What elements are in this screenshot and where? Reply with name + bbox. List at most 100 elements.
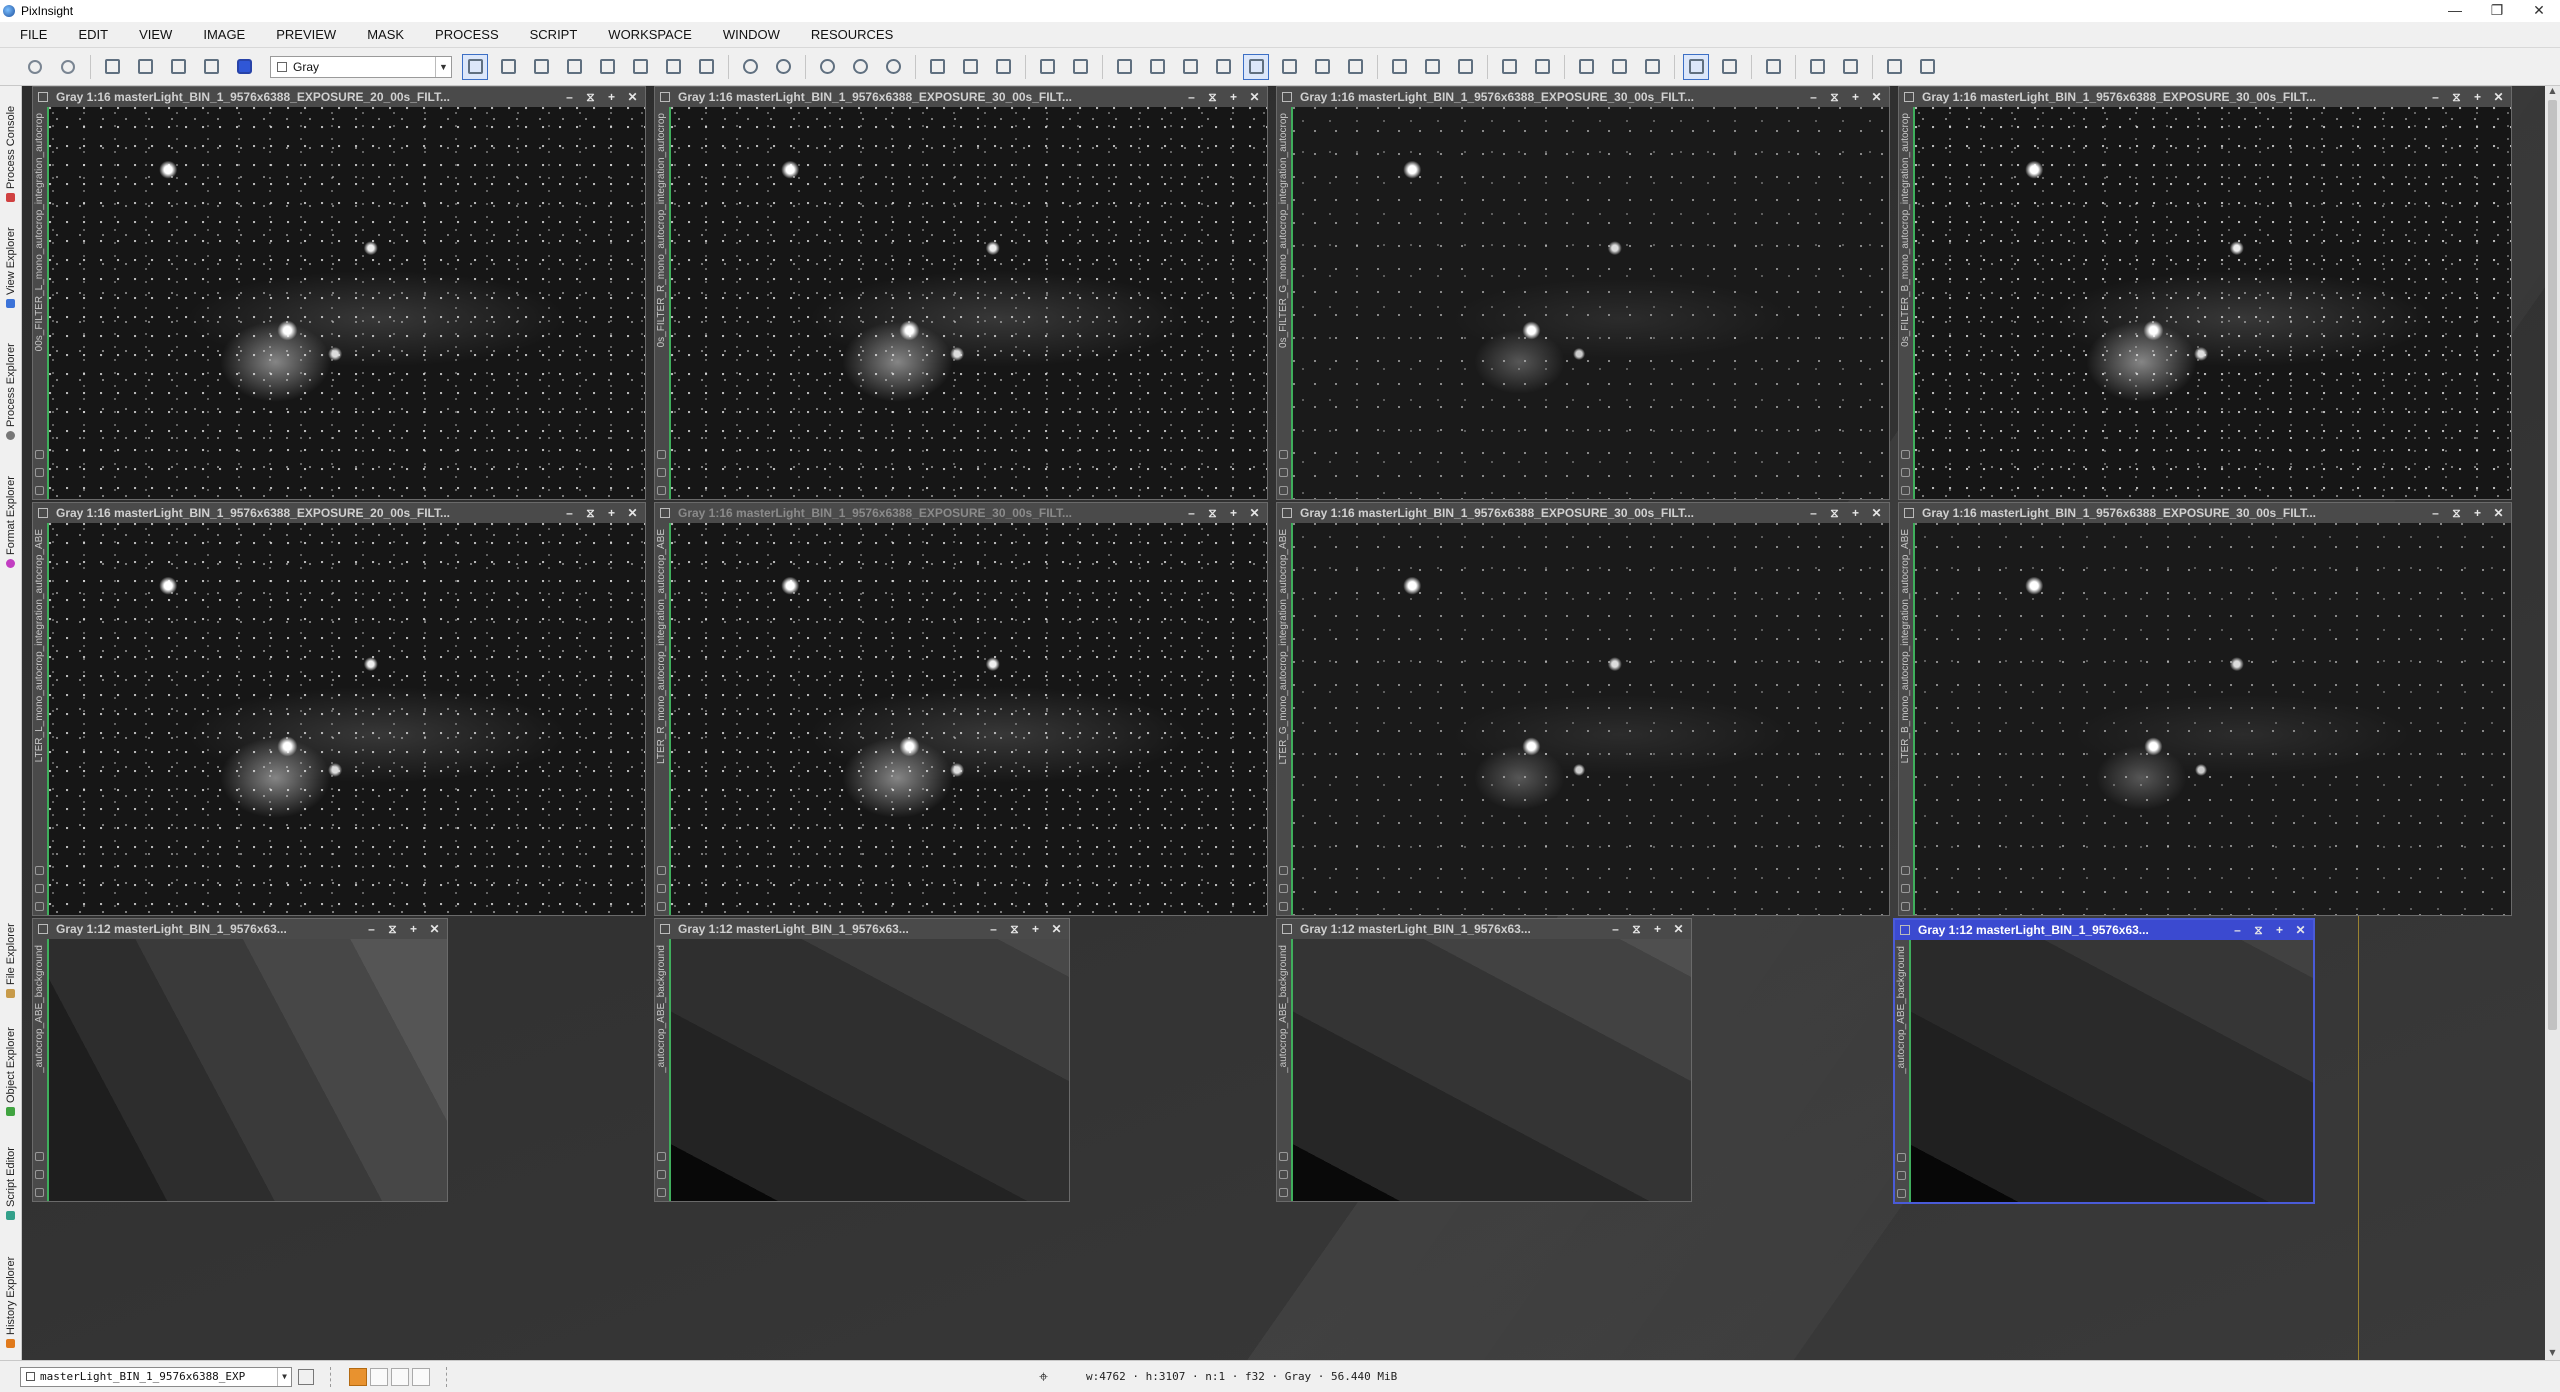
image-window[interactable]: Gray 1:12 masterLight_BIN_1_9576x63... –…	[1276, 918, 1692, 1202]
image-window[interactable]: Gray 1:16 masterLight_BIN_1_9576x6388_EX…	[32, 86, 646, 500]
menu-resources[interactable]: RESOURCES	[811, 27, 893, 42]
maximize-icon[interactable]: +	[1845, 506, 1866, 521]
minimize-icon[interactable]: –	[2227, 923, 2248, 938]
menu-script[interactable]: SCRIPT	[530, 27, 578, 42]
tab-icon[interactable]	[1279, 902, 1288, 911]
side-tab-history-explorer[interactable]: History Explorer	[3, 1230, 19, 1348]
swatch-icon[interactable]	[412, 1367, 430, 1386]
maximize-icon[interactable]: +	[601, 506, 622, 521]
image-window[interactable]: Gray 1:16 masterLight_BIN_1_9576x6388_EX…	[654, 86, 1268, 500]
tab-icon[interactable]	[657, 1152, 666, 1161]
shade-icon[interactable]: ⧖	[1824, 506, 1845, 521]
close-icon[interactable]: ✕	[424, 922, 445, 937]
image-window-titlebar[interactable]: Gray 1:16 masterLight_BIN_1_9576x6388_EX…	[655, 503, 1267, 523]
tab-icon[interactable]	[35, 1152, 44, 1161]
tab-icon[interactable]	[1279, 1188, 1288, 1197]
image-window[interactable]: Gray 1:16 masterLight_BIN_1_9576x6388_EX…	[1898, 502, 2512, 916]
menu-workspace[interactable]: WORKSPACE	[608, 27, 692, 42]
close-button[interactable]: ✕	[2518, 0, 2560, 22]
side-tab-process-explorer[interactable]: Process Explorer	[3, 318, 19, 440]
fit-window-icon[interactable]	[957, 54, 983, 80]
mask-enable-icon[interactable]	[1452, 54, 1478, 80]
image-canvas[interactable]	[49, 107, 645, 499]
shade-icon[interactable]: ⧖	[382, 922, 403, 937]
screen-red-icon[interactable]	[1804, 54, 1830, 80]
process-icon[interactable]	[231, 54, 257, 80]
image-canvas[interactable]	[49, 939, 447, 1201]
image-window-titlebar[interactable]: Gray 1:16 masterLight_BIN_1_9576x6388_EX…	[1899, 503, 2511, 523]
display-channel-icon[interactable]	[1716, 54, 1742, 80]
image-window-titlebar[interactable]: Gray 1:16 masterLight_BIN_1_9576x6388_EX…	[33, 503, 645, 523]
pan-mode-icon[interactable]	[528, 54, 554, 80]
view-checkbox[interactable]	[26, 1372, 35, 1381]
shade-icon[interactable]: ⧖	[1202, 506, 1223, 521]
tab-icon[interactable]	[1901, 486, 1910, 495]
image-window-titlebar[interactable]: Gray 1:12 masterLight_BIN_1_9576x63... –…	[33, 919, 447, 939]
image-window-titlebar[interactable]: Gray 1:16 masterLight_BIN_1_9576x6388_EX…	[655, 87, 1267, 107]
zoom-mode-icon[interactable]	[495, 54, 521, 80]
screen-icon[interactable]	[1760, 54, 1786, 80]
color-space-select[interactable]: Gray ▼	[270, 55, 452, 78]
tab-icon[interactable]	[35, 468, 44, 477]
page-icon[interactable]	[627, 54, 653, 80]
minimize-icon[interactable]: –	[2425, 90, 2446, 105]
image-window-titlebar[interactable]: Gray 1:12 masterLight_BIN_1_9576x63... –…	[1895, 920, 2313, 940]
tab-icon[interactable]	[1897, 1189, 1906, 1198]
fit-view-icon[interactable]	[924, 54, 950, 80]
scroll-up-icon[interactable]: ▲	[2545, 86, 2560, 98]
pointer-icon[interactable]	[693, 54, 719, 80]
center-view-icon[interactable]	[561, 54, 587, 80]
tab-icon[interactable]	[657, 884, 666, 893]
image-window-titlebar[interactable]: Gray 1:16 masterLight_BIN_1_9576x6388_EX…	[1899, 87, 2511, 107]
tab-icon[interactable]	[35, 866, 44, 875]
minimize-button[interactable]: —	[2434, 0, 2476, 22]
minimize-icon[interactable]: –	[2425, 506, 2446, 521]
close-icon[interactable]: ✕	[622, 506, 643, 521]
tab-icon[interactable]	[1901, 450, 1910, 459]
image-window[interactable]: Gray 1:16 masterLight_BIN_1_9576x6388_EX…	[1276, 502, 1890, 916]
maximize-icon[interactable]: +	[601, 90, 622, 105]
chevron-down-icon[interactable]: ▼	[277, 1367, 291, 1386]
side-tab-object-explorer[interactable]: Object Explorer	[3, 1004, 19, 1116]
zoom-in-icon[interactable]	[737, 54, 763, 80]
menu-file[interactable]: FILE	[20, 27, 47, 42]
image-window-titlebar[interactable]: Gray 1:12 masterLight_BIN_1_9576x63... –…	[655, 919, 1069, 939]
chevron-down-icon[interactable]: ▼	[435, 56, 451, 77]
mask-show-icon[interactable]	[1386, 54, 1412, 80]
stf-reset-icon[interactable]	[1639, 54, 1665, 80]
view-options-icon[interactable]	[298, 1368, 314, 1385]
minimize-icon[interactable]: –	[361, 922, 382, 937]
save-icon[interactable]	[165, 54, 191, 80]
image-window-titlebar[interactable]: Gray 1:16 masterLight_BIN_1_9576x6388_EX…	[1277, 87, 1889, 107]
image-window-titlebar[interactable]: Gray 1:16 masterLight_BIN_1_9576x6388_EX…	[33, 87, 645, 107]
close-icon[interactable]: ✕	[2290, 923, 2311, 938]
side-tab-file-explorer[interactable]: File Explorer	[3, 894, 19, 998]
minimize-icon[interactable]: –	[983, 922, 1004, 937]
side-tab-process-console[interactable]: Process Console	[3, 90, 19, 202]
tile-horizontal-icon[interactable]	[1034, 54, 1060, 80]
tab-icon[interactable]	[657, 1170, 666, 1179]
maximize-icon[interactable]: +	[1025, 922, 1046, 937]
shade-icon[interactable]: ⧖	[2446, 90, 2467, 105]
window-layout-icon[interactable]	[990, 54, 1016, 80]
shade-icon[interactable]: ⧖	[1626, 922, 1647, 937]
close-icon[interactable]: ✕	[1244, 506, 1265, 521]
maximize-icon[interactable]: +	[1223, 90, 1244, 105]
mask-invert-icon[interactable]	[1342, 54, 1368, 80]
menu-process[interactable]: PROCESS	[435, 27, 499, 42]
tab-icon[interactable]	[657, 1188, 666, 1197]
shade-icon[interactable]: ⧖	[1202, 90, 1223, 105]
tab-icon[interactable]	[1279, 486, 1288, 495]
side-tab-script-editor[interactable]: Script Editor	[3, 1122, 19, 1220]
close-icon[interactable]: ✕	[1668, 922, 1689, 937]
restore-button[interactable]: ❐	[2476, 0, 2518, 22]
menu-preview[interactable]: PREVIEW	[276, 27, 336, 42]
redo-icon[interactable]	[55, 54, 81, 80]
close-icon[interactable]: ✕	[1866, 506, 1887, 521]
tab-icon[interactable]	[1279, 468, 1288, 477]
tab-icon[interactable]	[35, 902, 44, 911]
undo-icon[interactable]	[22, 54, 48, 80]
tab-icon[interactable]	[657, 902, 666, 911]
image-canvas[interactable]	[671, 523, 1267, 915]
monitor-settings-icon[interactable]	[1914, 54, 1940, 80]
